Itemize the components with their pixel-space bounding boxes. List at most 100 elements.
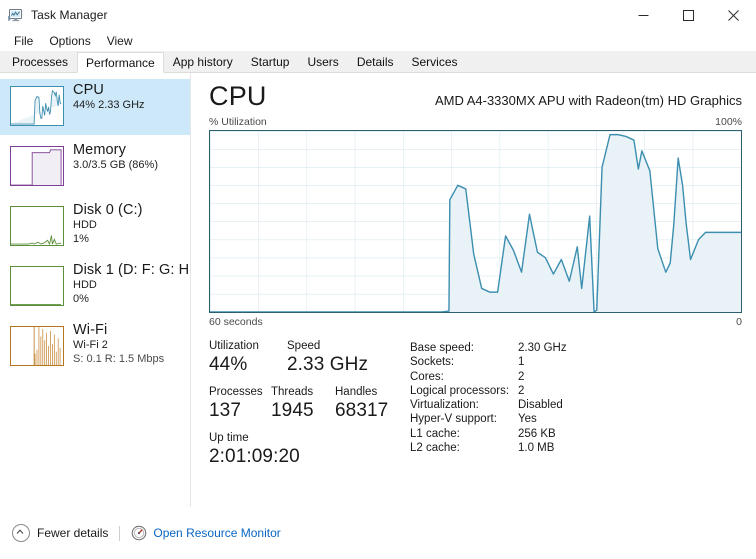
info-key-l1-cache: L1 cache: <box>410 427 460 440</box>
open-resource-monitor-link[interactable]: Open Resource Monitor <box>131 525 281 541</box>
info-value-hyperv-support: Yes <box>518 413 537 426</box>
stat-utilization-label: Utilization <box>209 340 259 352</box>
info-key-logical-processors: Logical processors: <box>410 384 510 397</box>
sidebar-item-memory-title: Memory <box>73 143 126 158</box>
info-key-sockets: Sockets: <box>410 356 455 369</box>
page-title: CPU <box>209 81 267 111</box>
status-bar: Fewer details Open Resource Monitor <box>0 507 756 559</box>
sidebar-item-disk-1-text: Disk 1 (D: F: G: H:) HDD 0% <box>73 263 190 305</box>
menu-bar: File Options View <box>0 30 756 51</box>
tab-performance[interactable]: Performance <box>77 52 164 73</box>
stat-handles: Handles 68317 <box>335 385 388 422</box>
sidebar-item-disk-1-title: Disk 1 (D: F: G: H:) <box>73 263 190 278</box>
stat-row-utilization-speed: Utilization 44% Speed 2.33 GHz <box>209 339 404 376</box>
wifi-thumbnail-graph <box>10 326 64 366</box>
sidebar-item-cpu-title: CPU <box>73 83 104 98</box>
info-row-l1-cache: L1 cache: 256 KB <box>410 427 742 441</box>
cpu-model-name: AMD A4-3330MX APU with Radeon(tm) HD Gra… <box>434 93 742 108</box>
resource-monitor-icon <box>131 525 147 541</box>
maximize-button[interactable] <box>666 0 711 30</box>
stat-speed: Speed 2.33 GHz <box>287 339 368 376</box>
fewer-details-button[interactable]: Fewer details <box>12 524 108 542</box>
stat-handles-value: 68317 <box>335 400 389 421</box>
sidebar-item-disk-0-text: Disk 0 (C:) HDD 1% <box>73 203 143 245</box>
stat-processes: Processes 137 <box>209 385 271 422</box>
info-row-cores: Cores: 2 <box>410 370 742 384</box>
stat-utilization-value: 44% <box>209 354 248 375</box>
minimize-icon <box>638 14 649 16</box>
stat-threads: Threads 1945 <box>271 385 335 422</box>
info-value-virtualization: Disabled <box>518 399 563 412</box>
performance-content: CPU 44% 2.33 GHz Memory 3.0/3.5 GB (86%) <box>0 73 756 507</box>
menu-item-file[interactable]: File <box>8 32 41 50</box>
stat-uptime-value: 2:01:09:20 <box>209 446 300 467</box>
maximize-icon <box>683 9 694 21</box>
sidebar-item-wifi-line2: S: 0.1 R: 1.5 Mbps <box>73 352 165 365</box>
sidebar-item-wifi-title: Wi-Fi <box>73 323 108 338</box>
tab-strip: Processes Performance App history Startu… <box>0 51 756 73</box>
tab-services[interactable]: Services <box>402 51 467 72</box>
info-value-logical-processors: 2 <box>518 384 525 397</box>
menu-item-options[interactable]: Options <box>43 32 98 50</box>
sidebar-item-memory-line1: 3.0/3.5 GB (86%) <box>73 159 158 172</box>
footer-divider <box>119 525 121 541</box>
sidebar-item-disk-0-title: Disk 0 (C:) <box>73 203 143 218</box>
graph-y-label: % Utilization <box>209 116 267 128</box>
sidebar-item-wifi[interactable]: Wi-Fi Wi-Fi 2 S: 0.1 R: 1.5 Mbps <box>0 319 190 375</box>
stat-utilization: Utilization 44% <box>209 339 287 376</box>
sidebar-item-memory[interactable]: Memory 3.0/3.5 GB (86%) <box>0 139 190 195</box>
memory-thumbnail-graph <box>10 146 64 186</box>
info-row-l2-cache: L2 cache: 1.0 MB <box>410 441 742 455</box>
info-key-hyperv-support: Hyper-V support: <box>410 413 497 426</box>
stat-uptime-label: Up time <box>209 432 249 444</box>
stat-speed-value: 2.33 GHz <box>287 354 369 375</box>
disk1-thumbnail-graph <box>10 266 64 306</box>
tab-startup[interactable]: Startup <box>241 51 299 72</box>
sidebar-item-cpu-text: CPU 44% 2.33 GHz <box>73 83 145 112</box>
info-row-hyperv-support: Hyper-V support: Yes <box>410 412 742 426</box>
info-value-base-speed: 2.30 GHz <box>518 342 567 354</box>
resource-sidebar: CPU 44% 2.33 GHz Memory 3.0/3.5 GB (86%) <box>0 73 191 507</box>
cpu-graph-svg <box>210 131 741 312</box>
stat-speed-label: Speed <box>287 340 321 352</box>
window-title: Task Manager <box>31 8 108 22</box>
disk0-thumbnail-graph <box>10 206 64 246</box>
cpu-utilization-graph <box>209 130 742 313</box>
sidebar-item-disk-0-line2: 1% <box>73 232 89 245</box>
sidebar-item-disk-0-line1: HDD <box>73 219 97 232</box>
stat-uptime: Up time 2:01:09:20 <box>209 431 300 468</box>
tab-processes[interactable]: Processes <box>3 51 78 72</box>
close-button[interactable] <box>711 0 756 30</box>
tab-app-history[interactable]: App history <box>163 51 242 72</box>
stat-row-uptime: Up time 2:01:09:20 <box>209 431 404 468</box>
info-row-sockets: Sockets: 1 <box>410 355 742 369</box>
info-row-base-speed: Base speed: 2.30 GHz <box>410 341 742 355</box>
sidebar-item-memory-text: Memory 3.0/3.5 GB (86%) <box>73 143 158 172</box>
info-value-cores: 2 <box>518 370 525 383</box>
sidebar-item-disk-1[interactable]: Disk 1 (D: F: G: H:) HDD 0% <box>0 259 190 315</box>
detail-header: CPU AMD A4-3330MX APU with Radeon(tm) HD… <box>209 81 742 111</box>
info-key-cores: Cores: <box>410 370 444 383</box>
chevron-up-icon <box>12 524 30 542</box>
menu-item-view[interactable]: View <box>101 32 141 50</box>
tab-users[interactable]: Users <box>298 51 348 72</box>
fewer-details-label: Fewer details <box>37 526 109 540</box>
tab-details[interactable]: Details <box>347 51 403 72</box>
stat-row-processes-threads-handles: Processes 137 Threads 1945 Handles 68317 <box>209 385 404 422</box>
graph-axis-labels: % Utilization 100% <box>209 116 742 128</box>
sidebar-item-cpu[interactable]: CPU 44% 2.33 GHz <box>0 79 190 135</box>
graph-time-labels: 60 seconds 0 <box>209 316 742 328</box>
cpu-stats-secondary: Base speed: 2.30 GHz Sockets: 1 Cores: 2… <box>404 339 742 477</box>
sidebar-item-disk-0[interactable]: Disk 0 (C:) HDD 1% <box>0 199 190 255</box>
minimize-button[interactable] <box>621 0 666 30</box>
sidebar-item-wifi-text: Wi-Fi Wi-Fi 2 S: 0.1 R: 1.5 Mbps <box>73 323 164 365</box>
monitor-icon <box>8 7 24 23</box>
graph-x-start-label: 60 seconds <box>209 316 263 328</box>
cpu-stats: Utilization 44% Speed 2.33 GHz Processes… <box>209 339 742 477</box>
stat-handles-label: Handles <box>335 386 378 398</box>
stat-threads-label: Threads <box>271 386 314 398</box>
cpu-stats-primary: Utilization 44% Speed 2.33 GHz Processes… <box>209 339 404 477</box>
window-controls <box>621 0 756 30</box>
cpu-detail-panel: CPU AMD A4-3330MX APU with Radeon(tm) HD… <box>191 73 756 507</box>
close-icon <box>728 9 739 21</box>
